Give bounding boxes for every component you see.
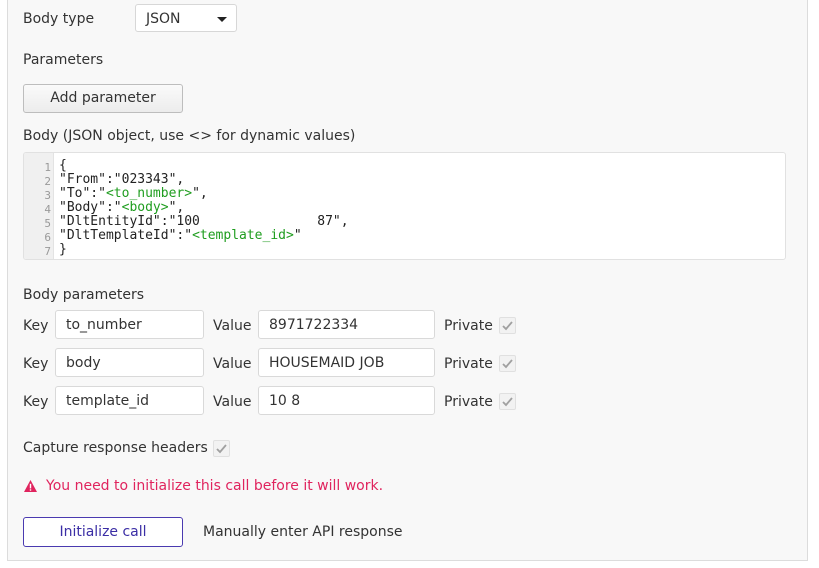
initialize-call-button[interactable]: Initialize call: [23, 517, 183, 547]
code-text: ",: [168, 200, 185, 215]
code-text: {: [59, 158, 67, 173]
line-number: 1: [44, 161, 51, 174]
param-value-input[interactable]: HOUSEMAID JOB: [258, 348, 435, 377]
key-label: Key: [23, 356, 49, 372]
param-key-value: to_number: [66, 317, 142, 333]
body-label: Body (JSON object, use <> for dynamic va…: [23, 128, 356, 144]
code-text: "To":": [59, 186, 106, 201]
param-key-input[interactable]: template_id: [55, 386, 204, 415]
code-text: "Body":": [59, 200, 122, 215]
body-type-value: JSON: [146, 11, 181, 27]
param-key-input[interactable]: to_number: [55, 310, 204, 339]
value-label: Value: [213, 394, 252, 410]
add-parameter-button[interactable]: Add parameter: [23, 84, 183, 113]
private-label: Private: [444, 394, 493, 410]
param-value-text: 8971722334: [269, 317, 359, 333]
dynamic-value: <to_number>: [105, 186, 193, 201]
param-value-input[interactable]: 10 8: [258, 386, 435, 415]
dynamic-value: <body>: [121, 200, 169, 215]
param-value-text: 10 8: [269, 393, 301, 409]
line-number: 3: [44, 189, 51, 202]
param-value-input[interactable]: 8971722334: [258, 310, 435, 339]
param-key-value: template_id: [66, 393, 149, 409]
line-number: 4: [44, 203, 51, 216]
private-checkbox[interactable]: [499, 317, 516, 334]
body-parameters-label: Body parameters: [23, 287, 144, 303]
code-line: {: [59, 159, 67, 173]
chevron-down-icon: [217, 17, 227, 22]
capture-headers-checkbox[interactable]: [213, 440, 230, 457]
code-text: ",: [192, 186, 208, 201]
key-label: Key: [23, 394, 49, 410]
code-text: "DltEntityId":"100 87",: [59, 214, 349, 229]
parameters-label: Parameters: [23, 52, 104, 68]
code-line: "To":"<to_number>",: [59, 187, 208, 201]
code-line: "From":"023343",: [59, 173, 184, 187]
line-number: 2: [44, 175, 51, 188]
key-label: Key: [23, 318, 49, 334]
param-key-input[interactable]: body: [55, 348, 204, 377]
code-text: "From":"023343",: [59, 172, 185, 187]
code-line: }: [59, 243, 67, 257]
initialize-warning: You need to initialize this call before …: [46, 478, 384, 494]
line-number: 6: [44, 231, 51, 244]
dynamic-value: <template_id>: [192, 228, 294, 243]
body-type-label: Body type: [23, 11, 95, 27]
body-type-select[interactable]: JSON: [135, 4, 237, 32]
private-label: Private: [444, 356, 493, 372]
checkmark-icon: [502, 321, 513, 331]
manual-api-response-link[interactable]: Manually enter API response: [203, 524, 402, 540]
param-key-value: body: [66, 355, 101, 371]
line-number: 5: [44, 217, 51, 230]
checkmark-icon: [216, 444, 227, 454]
private-label: Private: [444, 318, 493, 334]
code-text: "DltTemplateId":": [59, 228, 193, 243]
capture-headers-label: Capture response headers: [23, 440, 208, 456]
private-checkbox[interactable]: [499, 393, 516, 410]
private-checkbox[interactable]: [499, 355, 516, 372]
code-line: "Body":"<body>",: [59, 201, 184, 215]
checkmark-icon: [502, 397, 513, 407]
code-text: ": [293, 228, 302, 243]
param-value-text: HOUSEMAID JOB: [269, 355, 385, 371]
line-number: 7: [44, 245, 51, 258]
code-line: "DltTemplateId":"<template_id>": [59, 229, 302, 243]
code-line: "DltEntityId":"100 87",: [59, 215, 349, 229]
checkmark-icon: [502, 359, 513, 369]
code-text: }: [59, 242, 67, 257]
body-json-editor[interactable]: 1 2 3 4 5 6 7 {"From":"023343", "To":"<to_number…: [23, 152, 786, 260]
value-label: Value: [213, 318, 252, 334]
warning-icon: [23, 478, 38, 497]
value-label: Value: [213, 356, 252, 372]
